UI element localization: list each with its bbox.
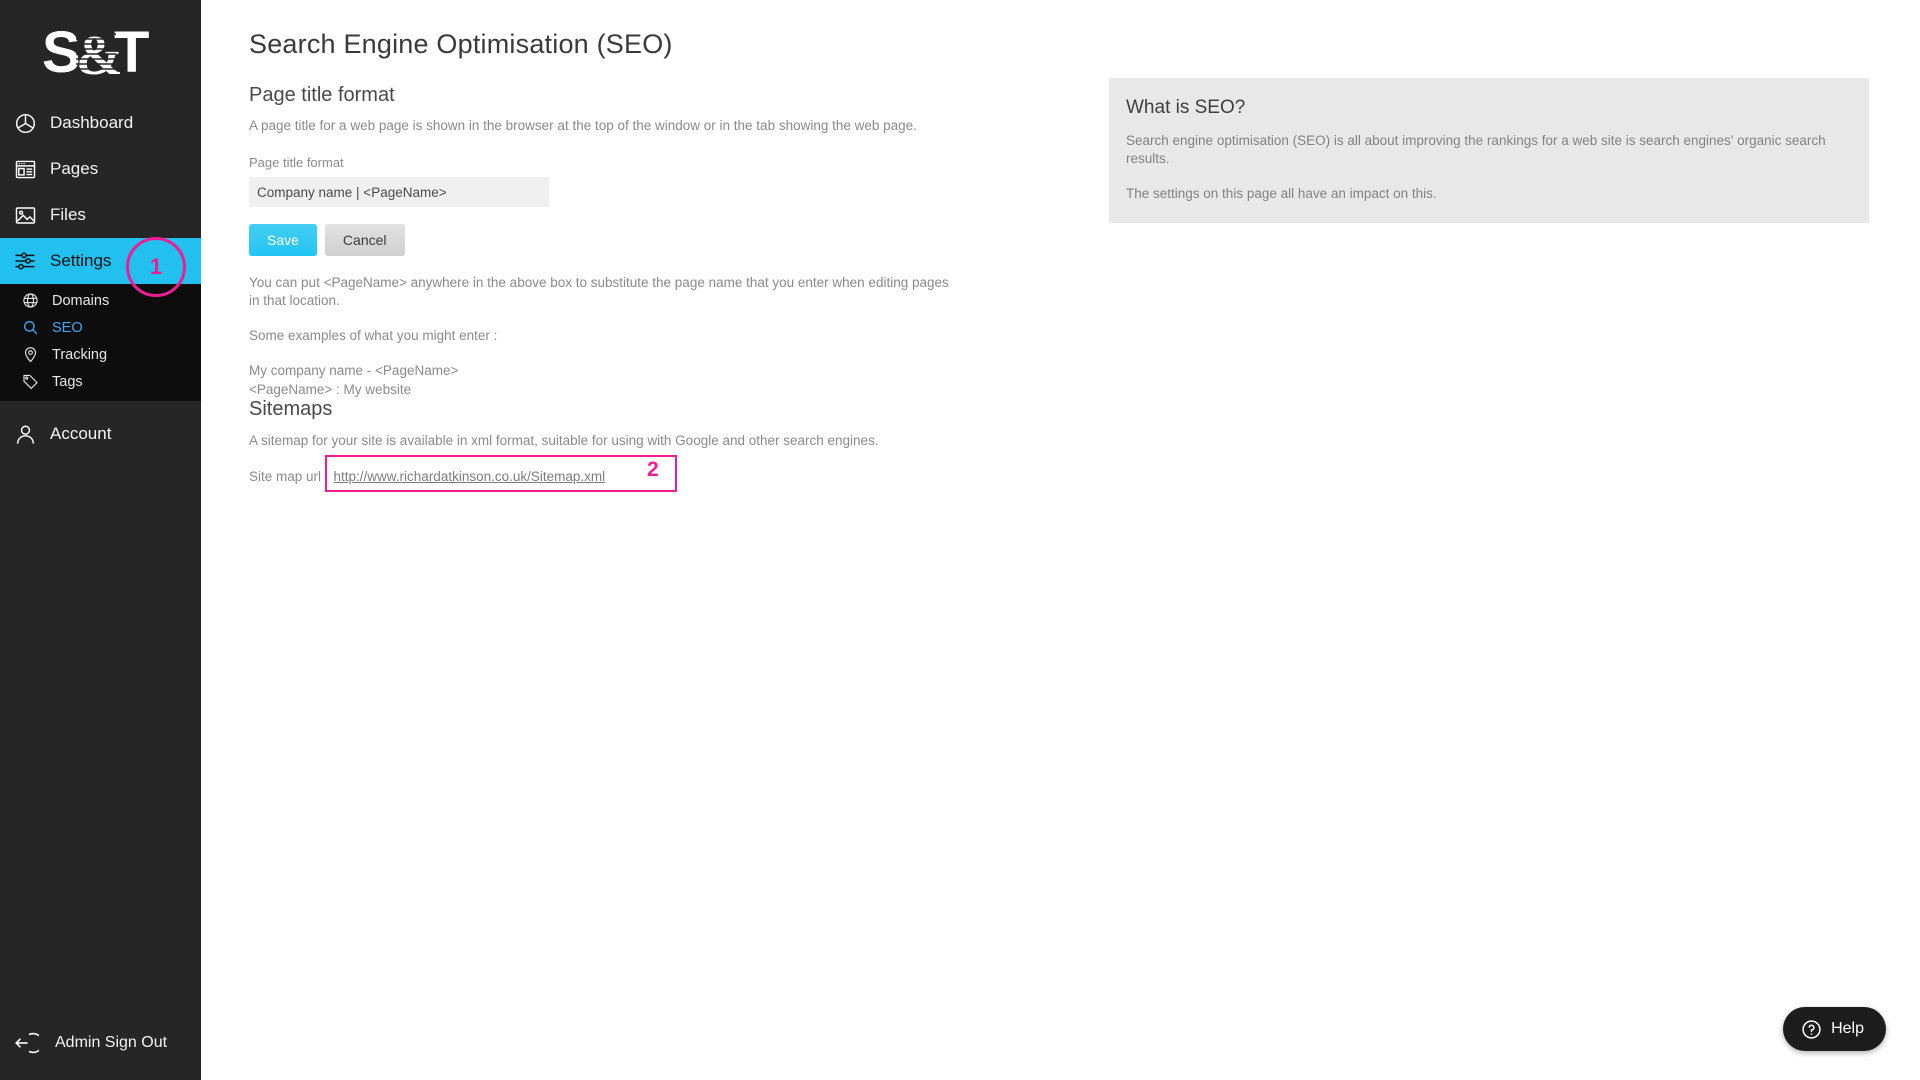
sidebar-item-label: SEO — [52, 320, 83, 336]
annotation-step-1: 1 — [126, 237, 186, 297]
info-panel-paragraph: The settings on this page all have an im… — [1126, 185, 1852, 203]
sidebar-item-dashboard[interactable]: Dashboard — [0, 100, 201, 146]
what-is-seo-panel: What is SEO? Search engine optimisation … — [1109, 78, 1869, 223]
svg-text:S: S — [42, 22, 81, 84]
search-icon — [20, 317, 41, 338]
dashboard-icon — [12, 110, 38, 136]
tag-icon — [20, 371, 41, 392]
annotation-step-2-box — [325, 455, 677, 492]
sidebar-item-label: Tags — [52, 374, 83, 390]
map-pin-icon — [20, 344, 41, 365]
sidebar: S T & — [0, 0, 201, 1080]
app-root: S T & — [0, 0, 1920, 1080]
sidebar-item-label: Settings — [50, 251, 111, 271]
sidebar-item-seo[interactable]: SEO — [0, 314, 201, 341]
main-content: Search Engine Optimisation (SEO) Page ti… — [201, 0, 1920, 1080]
form-actions: Save Cancel — [249, 224, 1009, 256]
user-icon — [12, 421, 38, 447]
page-title-format-section: Page title format A page title for a web… — [249, 84, 1009, 400]
info-panel-paragraph: Search engine optimisation (SEO) is all … — [1126, 132, 1852, 169]
page-title: Search Engine Optimisation (SEO) — [249, 29, 673, 60]
help-button[interactable]: Help — [1783, 1007, 1886, 1051]
sidebar-item-files[interactable]: Files — [0, 192, 201, 238]
sitemaps-description: A sitemap for your site is available in … — [249, 432, 1009, 450]
sidebar-item-label: Files — [50, 205, 86, 225]
admin-sign-out-label: Admin Sign Out — [55, 1034, 167, 1052]
admin-sign-out-button[interactable]: Admin Sign Out — [0, 1028, 167, 1058]
section-heading-page-title-format: Page title format — [249, 84, 1009, 107]
sidebar-item-pages[interactable]: Pages — [0, 146, 201, 192]
sidebar-divider — [0, 401, 201, 411]
sidebar-item-label: Tracking — [52, 347, 107, 363]
sidebar-item-tracking[interactable]: Tracking — [0, 341, 201, 368]
sign-out-icon — [11, 1028, 41, 1058]
pages-icon — [12, 156, 38, 182]
example-line: My company name - <PageName> — [249, 361, 1009, 381]
question-circle-icon — [1801, 1019, 1822, 1040]
examples-list: My company name - <PageName> <PageName> … — [249, 361, 1009, 400]
annotation-step-2-number: 2 — [647, 458, 659, 482]
settings-submenu: Domains SEO Tracking — [0, 284, 201, 401]
cancel-button[interactable]: Cancel — [325, 224, 405, 256]
sidebar-item-tags[interactable]: Tags — [0, 368, 201, 395]
sitemap-url-label: Site map url : — [249, 469, 329, 484]
settings-sliders-icon — [12, 248, 38, 274]
page-title-format-field-label: Page title format — [249, 155, 1009, 170]
sidebar-item-account[interactable]: Account — [0, 411, 201, 457]
examples-intro-text: Some examples of what you might enter : — [249, 327, 1009, 345]
section-heading-sitemaps: Sitemaps — [249, 398, 1009, 421]
page-name-help-text: You can put <PageName> anywhere in the a… — [249, 274, 949, 310]
files-icon — [12, 202, 38, 228]
sidebar-item-label: Dashboard — [50, 113, 133, 133]
globe-icon — [20, 290, 41, 311]
sidebar-item-label: Domains — [52, 293, 109, 309]
page-title-format-input[interactable] — [249, 177, 549, 207]
sidebar-item-label: Pages — [50, 159, 98, 179]
save-button[interactable]: Save — [249, 224, 317, 256]
page-title-format-description: A page title for a web page is shown in … — [249, 117, 1009, 135]
info-panel-title: What is SEO? — [1126, 97, 1852, 119]
help-button-label: Help — [1831, 1020, 1864, 1038]
brand-logo[interactable]: S T & — [0, 0, 201, 100]
sidebar-item-label: Account — [50, 424, 111, 444]
